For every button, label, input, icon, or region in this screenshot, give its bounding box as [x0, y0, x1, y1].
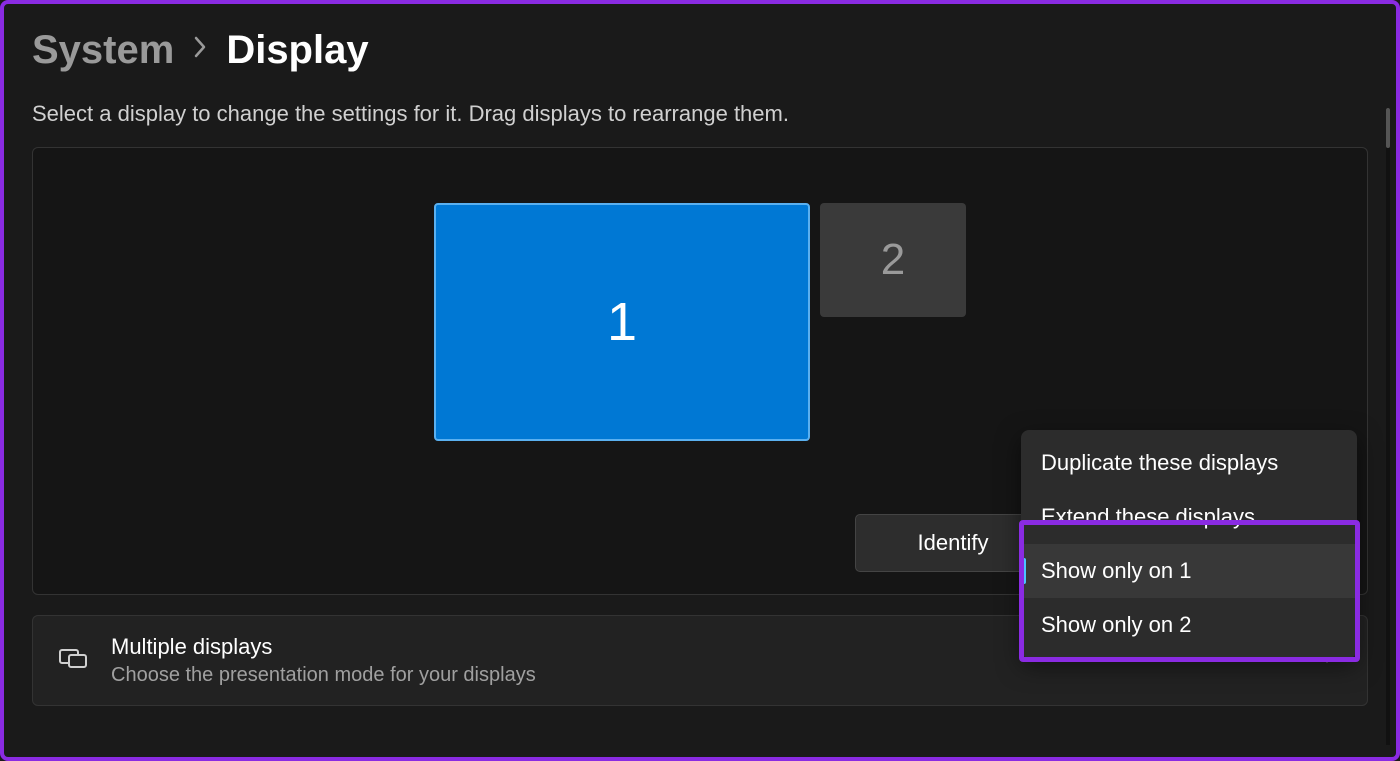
instruction-text: Select a display to change the settings … [32, 101, 1368, 127]
display-arrangement-panel: 1 2 Identify Duplicate these displays Ex… [32, 147, 1368, 595]
row-subtitle: Choose the presentation mode for your di… [111, 664, 1343, 687]
dropdown-item-duplicate[interactable]: Duplicate these displays [1021, 436, 1357, 490]
displays-icon [57, 642, 89, 679]
dropdown-item-extend[interactable]: Extend these displays [1021, 490, 1357, 544]
monitor-2[interactable]: 2 [820, 203, 966, 317]
scrollbar-thumb[interactable] [1386, 108, 1390, 148]
dropdown-item-show-only-1[interactable]: Show only on 1 [1021, 544, 1357, 598]
breadcrumb-parent-link[interactable]: System [32, 28, 174, 73]
breadcrumb: System Display [32, 28, 1368, 73]
display-canvas: 1 2 [33, 203, 1367, 441]
projection-mode-dropdown: Duplicate these displays Extend these di… [1021, 430, 1357, 658]
dropdown-item-show-only-2[interactable]: Show only on 2 [1021, 598, 1357, 652]
breadcrumb-current: Display [226, 28, 368, 73]
scrollbar[interactable] [1386, 108, 1390, 745]
monitor-1[interactable]: 1 [434, 203, 810, 441]
chevron-right-icon [192, 34, 208, 67]
